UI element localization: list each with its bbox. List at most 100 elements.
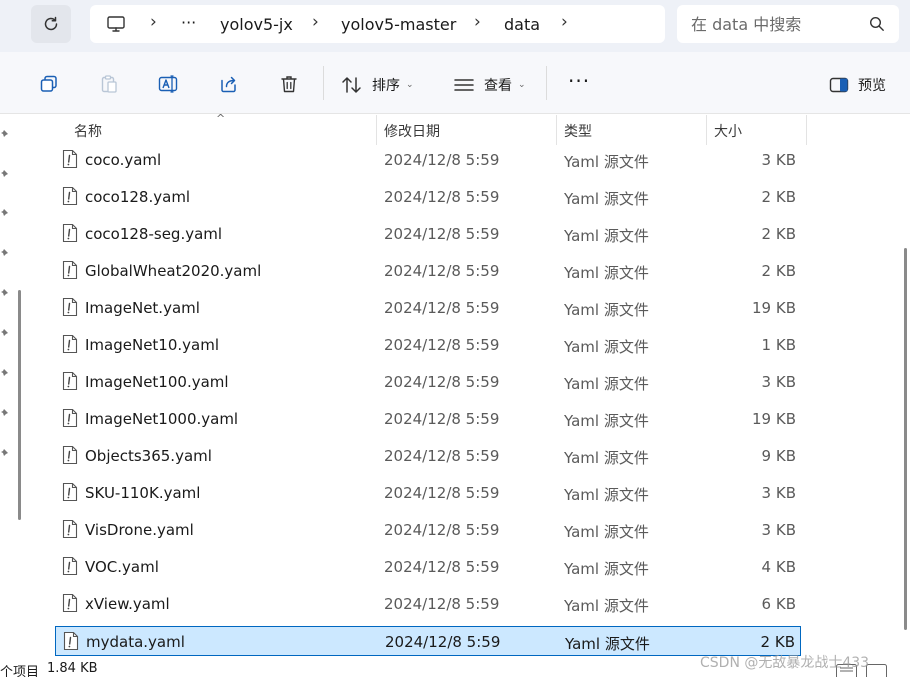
file-name: Objects365.yaml xyxy=(85,447,212,465)
file-row[interactable]: VisDrone.yaml 2024/12/8 5:59 Yaml 源文件 3 KB xyxy=(55,515,801,545)
file-modified-date: 2024/12/8 5:59 xyxy=(384,262,500,280)
file-type: Yaml 源文件 xyxy=(564,375,649,393)
monitor-icon xyxy=(107,16,125,32)
file-name: VOC.yaml xyxy=(85,558,159,576)
view-list-icon xyxy=(454,79,474,91)
chevron-down-icon: ⌄ xyxy=(406,80,414,90)
file-row[interactable]: ImageNet1000.yaml 2024/12/8 5:59 Yaml 源文件 1… xyxy=(55,404,801,434)
file-name: SKU-110K.yaml xyxy=(85,484,201,502)
yaml-file-icon xyxy=(62,149,78,169)
file-modified-date: 2024/12/8 5:59 xyxy=(384,521,500,539)
refresh-icon xyxy=(44,16,58,31)
file-row[interactable]: ImageNet.yaml 2024/12/8 5:59 Yaml 源文件 19 KB xyxy=(55,293,801,323)
search-icon[interactable] xyxy=(869,16,885,32)
file-size: 2 KB xyxy=(761,262,796,280)
rename-icon[interactable] xyxy=(158,74,180,94)
column-header-type[interactable]: 类型 xyxy=(564,121,592,141)
toolbar-divider xyxy=(546,66,547,100)
pin-icon xyxy=(1,130,8,137)
column-divider[interactable] xyxy=(376,115,377,145)
address-bar[interactable]: › ··· yolov5-jx › yolov5-master › data › xyxy=(90,5,665,43)
view-label: 查看 xyxy=(484,78,512,94)
file-row[interactable]: coco128.yaml 2024/12/8 5:59 Yaml 源文件 2 KB xyxy=(55,182,801,212)
file-modified-date: 2024/12/8 5:59 xyxy=(385,633,501,651)
file-row[interactable]: mydata.yaml 2024/12/8 5:59 Yaml 源文件 2 KB xyxy=(55,626,801,656)
preview-pane-button[interactable]: 预览 xyxy=(829,72,886,98)
breadcrumb-separator[interactable]: › xyxy=(561,12,568,32)
sort-button[interactable]: 排序 ⌄ xyxy=(341,72,414,98)
file-type: Yaml 源文件 xyxy=(564,153,649,171)
copy-icon[interactable] xyxy=(39,74,59,94)
yaml-file-icon xyxy=(63,631,79,651)
file-row[interactable]: coco128-seg.yaml 2024/12/8 5:59 Yaml 源文件 2 … xyxy=(55,219,801,249)
file-row[interactable]: SKU-110K.yaml 2024/12/8 5:59 Yaml 源文件 3 KB xyxy=(55,478,801,508)
pin-icon xyxy=(1,209,8,216)
file-size: 3 KB xyxy=(761,521,796,539)
pin-icon xyxy=(1,249,8,256)
file-row[interactable]: GlobalWheat2020.yaml 2024/12/8 5:59 Yaml 源… xyxy=(55,256,801,286)
file-row[interactable]: xView.yaml 2024/12/8 5:59 Yaml 源文件 6 KB xyxy=(55,589,801,619)
file-modified-date: 2024/12/8 5:59 xyxy=(384,410,500,428)
view-button[interactable]: 查看 ⌄ xyxy=(453,72,526,98)
column-header-date[interactable]: 修改日期 xyxy=(384,121,440,141)
file-modified-date: 2024/12/8 5:59 xyxy=(384,151,500,169)
breadcrumb-yolov5-master[interactable]: yolov5-master xyxy=(341,15,456,34)
file-modified-date: 2024/12/8 5:59 xyxy=(384,373,500,391)
file-type: Yaml 源文件 xyxy=(565,635,650,653)
file-size: 9 KB xyxy=(761,447,796,465)
refresh-button[interactable] xyxy=(31,5,71,43)
yaml-file-icon xyxy=(62,556,78,576)
yaml-file-icon xyxy=(62,371,78,391)
file-row[interactable]: coco.yaml 2024/12/8 5:59 Yaml 源文件 3 KB xyxy=(55,145,801,175)
breadcrumb-separator[interactable]: › xyxy=(474,12,481,32)
file-list-scrollbar[interactable] xyxy=(904,248,907,630)
pin-icon xyxy=(1,329,8,336)
breadcrumb-separator[interactable]: › xyxy=(150,12,157,32)
file-type: Yaml 源文件 xyxy=(564,597,649,615)
column-header-size[interactable]: 大小 xyxy=(714,121,742,141)
yaml-file-icon xyxy=(62,408,78,428)
nav-scrollbar[interactable] xyxy=(18,290,21,520)
file-modified-date: 2024/12/8 5:59 xyxy=(384,484,500,502)
file-row[interactable]: ImageNet100.yaml 2024/12/8 5:59 Yaml 源文件 3 … xyxy=(55,367,801,397)
file-row[interactable]: Objects365.yaml 2024/12/8 5:59 Yaml 源文件 9 K… xyxy=(55,441,801,471)
search-input[interactable] xyxy=(691,13,861,35)
paste-icon[interactable] xyxy=(99,74,119,94)
breadcrumb-overflow[interactable]: ··· xyxy=(181,13,196,32)
file-type: Yaml 源文件 xyxy=(564,449,649,467)
status-item-count: 个项目 xyxy=(0,665,40,677)
breadcrumb-data[interactable]: data xyxy=(504,15,540,34)
column-divider[interactable] xyxy=(556,115,557,145)
file-modified-date: 2024/12/8 5:59 xyxy=(384,558,500,576)
address-area: › ··· yolov5-jx › yolov5-master › data › xyxy=(0,0,910,52)
file-modified-date: 2024/12/8 5:59 xyxy=(384,595,500,613)
column-divider[interactable] xyxy=(706,115,707,145)
yaml-file-icon xyxy=(62,445,78,465)
sort-label: 排序 xyxy=(372,78,400,94)
toolbar: 排序 ⌄ 查看 ⌄ ··· 预览 xyxy=(0,52,910,114)
yaml-file-icon xyxy=(62,186,78,206)
yaml-file-icon xyxy=(62,482,78,502)
share-icon[interactable] xyxy=(219,74,239,94)
pin-icon xyxy=(1,170,8,177)
file-name: mydata.yaml xyxy=(86,633,185,651)
file-size: 4 KB xyxy=(761,558,796,576)
file-name: ImageNet1000.yaml xyxy=(85,410,239,428)
file-type: Yaml 源文件 xyxy=(564,301,649,319)
file-row[interactable]: VOC.yaml 2024/12/8 5:59 Yaml 源文件 4 KB xyxy=(55,552,801,582)
file-row[interactable]: ImageNet10.yaml 2024/12/8 5:59 Yaml 源文件 1 K… xyxy=(55,330,801,360)
yaml-file-icon xyxy=(62,297,78,317)
file-size: 1 KB xyxy=(761,336,796,354)
column-divider[interactable] xyxy=(806,115,807,145)
file-name: coco.yaml xyxy=(85,151,162,169)
file-list: ^ 名称 修改日期 类型 大小 coco.yaml 2024/12/8 5:59 Y… xyxy=(34,112,904,660)
file-size: 6 KB xyxy=(761,595,796,613)
more-options-button[interactable]: ··· xyxy=(568,69,590,93)
breadcrumb-yolov5-jx[interactable]: yolov5-jx xyxy=(220,15,293,34)
breadcrumb-separator[interactable]: › xyxy=(312,12,319,32)
column-headers: ^ 名称 修改日期 类型 大小 xyxy=(34,112,904,145)
search-box[interactable] xyxy=(677,5,899,43)
navigation-pane[interactable] xyxy=(0,115,12,677)
delete-icon[interactable] xyxy=(279,74,299,94)
column-header-name[interactable]: 名称 xyxy=(74,121,102,141)
